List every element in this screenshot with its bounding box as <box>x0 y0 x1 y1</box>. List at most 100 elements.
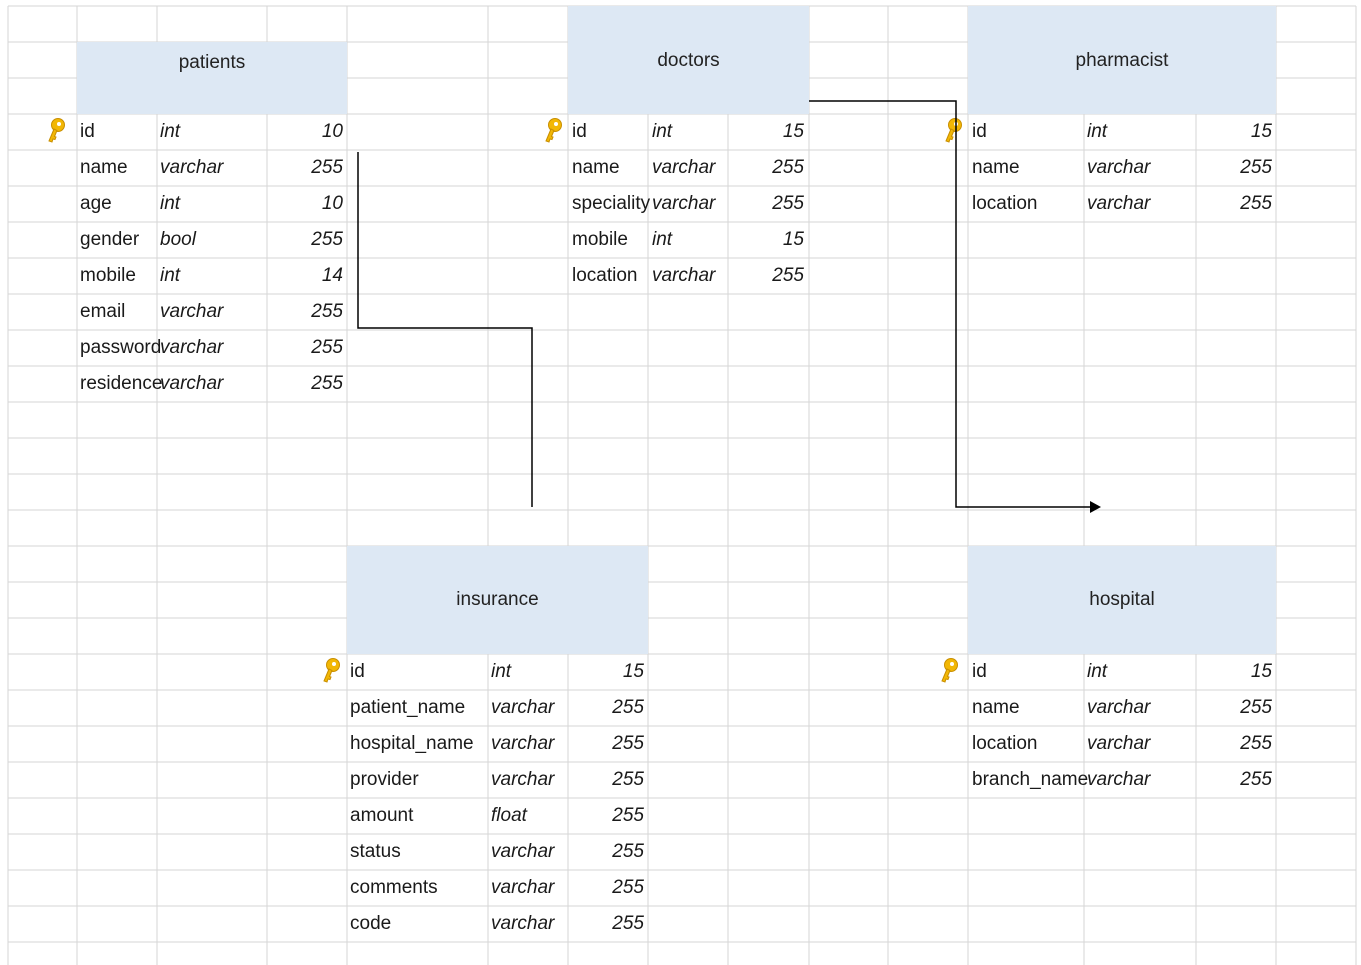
patients-column-type: varchar <box>160 373 224 394</box>
insurance-table-header: insurance <box>347 546 648 654</box>
insurance-column-name: provider <box>350 769 419 790</box>
hospital-column-name: location <box>972 733 1038 754</box>
pharmacist-table-title: pharmacist <box>1075 50 1169 71</box>
patients-column-name: password <box>80 337 162 358</box>
pharmacist-column-length: 255 <box>1240 157 1272 178</box>
doctors-column-name: speciality <box>572 193 651 214</box>
insurance-column-length: 255 <box>612 733 644 754</box>
patients-column-type: varchar <box>160 337 224 358</box>
hospital-column-type: varchar <box>1087 769 1151 790</box>
hospital-column-length: 255 <box>1240 733 1272 754</box>
insurance-column-name: hospital_name <box>350 733 474 754</box>
insurance-column-length: 255 <box>612 805 644 826</box>
hospital-column-length: 15 <box>1250 661 1272 682</box>
insurance-column-type: float <box>491 805 527 826</box>
insurance-column-name: id <box>350 661 365 682</box>
patients-column-length: 255 <box>311 229 343 250</box>
patients-column-length: 255 <box>311 373 343 394</box>
pharmacist-column-length: 255 <box>1240 193 1272 214</box>
patients-column-length: 10 <box>321 121 343 142</box>
doctors-column-length: 255 <box>772 157 804 178</box>
insurance-table-title: insurance <box>456 589 539 610</box>
doctors-column-length: 255 <box>772 193 804 214</box>
doctors-column-length: 255 <box>772 265 804 286</box>
doctors-column-type: varchar <box>652 193 716 214</box>
primary-key-icon <box>45 117 67 147</box>
insurance-column-name: amount <box>350 805 414 826</box>
doctors-table-header: doctors <box>568 6 809 114</box>
patients-column-name: id <box>80 121 95 142</box>
doctors-column-name: mobile <box>572 229 628 250</box>
pharmacist-column-name: id <box>972 121 987 142</box>
insurance-column-name: patient_name <box>350 697 466 718</box>
patients-column-name: name <box>80 157 128 178</box>
insurance-column-type: varchar <box>491 841 555 862</box>
patients-column-name: gender <box>80 229 140 250</box>
patients-column-length: 10 <box>321 193 343 214</box>
insurance-column-type: varchar <box>491 913 555 934</box>
doctors-column-length: 15 <box>782 229 804 250</box>
hospital-column-name: id <box>972 661 987 682</box>
doctors-column-name: name <box>572 157 620 178</box>
patients-column-length: 255 <box>311 337 343 358</box>
primary-key-icon <box>320 657 342 687</box>
hospital-column-length: 255 <box>1240 697 1272 718</box>
hospital-column-type: varchar <box>1087 697 1151 718</box>
doctors-column-type: int <box>652 121 673 142</box>
doctors-column-name: location <box>572 265 638 286</box>
patients-column-name: mobile <box>80 265 136 286</box>
insurance-column-type: int <box>491 661 512 682</box>
patients-column-name: residence <box>80 373 163 394</box>
insurance-column-length: 255 <box>612 841 644 862</box>
insurance-column-name: status <box>350 841 401 862</box>
patients-column-type: bool <box>160 229 196 250</box>
patients-column-type: int <box>160 265 181 286</box>
patients-table-header: patients <box>77 42 347 114</box>
doctors-column-name: id <box>572 121 587 142</box>
pharmacist-column-type: int <box>1087 121 1108 142</box>
insurance-column-length: 255 <box>612 913 644 934</box>
primary-key-icon <box>542 117 564 147</box>
insurance-column-type: varchar <box>491 697 555 718</box>
patients-table-title: patients <box>178 52 246 73</box>
hospital-table-header: hospital <box>968 546 1276 654</box>
insurance-column-length: 255 <box>612 697 644 718</box>
doctors-table-title: doctors <box>657 50 720 71</box>
hospital-table-title: hospital <box>1089 589 1155 610</box>
hospital-column-name: name <box>972 697 1020 718</box>
hospital-column-type: int <box>1087 661 1108 682</box>
doctors-column-length: 15 <box>782 121 804 142</box>
primary-key-icon <box>938 657 960 687</box>
patients-column-length: 255 <box>311 301 343 322</box>
doctors-column-type: int <box>652 229 673 250</box>
primary-key-icon <box>942 117 964 147</box>
pharmacist-column-type: varchar <box>1087 157 1151 178</box>
hospital-column-name: branch_name <box>972 769 1089 790</box>
hospital-column-length: 255 <box>1240 769 1272 790</box>
patients-column-type: int <box>160 121 181 142</box>
insurance-column-length: 255 <box>612 877 644 898</box>
insurance-column-length: 15 <box>622 661 644 682</box>
patients-column-type: varchar <box>160 157 224 178</box>
insurance-column-name: comments <box>350 877 438 898</box>
patients-column-type: varchar <box>160 301 224 322</box>
patients-column-name: email <box>80 301 126 322</box>
doctors-column-type: varchar <box>652 265 716 286</box>
pharmacist-column-name: location <box>972 193 1038 214</box>
hospital-column-type: varchar <box>1087 733 1151 754</box>
pharmacist-table-header: pharmacist <box>968 6 1276 114</box>
pharmacist-column-name: name <box>972 157 1020 178</box>
doctors-column-type: varchar <box>652 157 716 178</box>
insurance-column-type: varchar <box>491 769 555 790</box>
insurance-column-length: 255 <box>612 769 644 790</box>
patients-column-length: 255 <box>311 157 343 178</box>
patients-column-name: age <box>80 193 112 214</box>
spreadsheet-grid <box>7 5 1357 965</box>
insurance-column-type: varchar <box>491 877 555 898</box>
patients-column-length: 14 <box>321 265 343 286</box>
pharmacist-column-type: varchar <box>1087 193 1151 214</box>
pharmacist-column-length: 15 <box>1250 121 1272 142</box>
patients-column-type: int <box>160 193 181 214</box>
insurance-column-name: code <box>350 913 392 934</box>
insurance-column-type: varchar <box>491 733 555 754</box>
